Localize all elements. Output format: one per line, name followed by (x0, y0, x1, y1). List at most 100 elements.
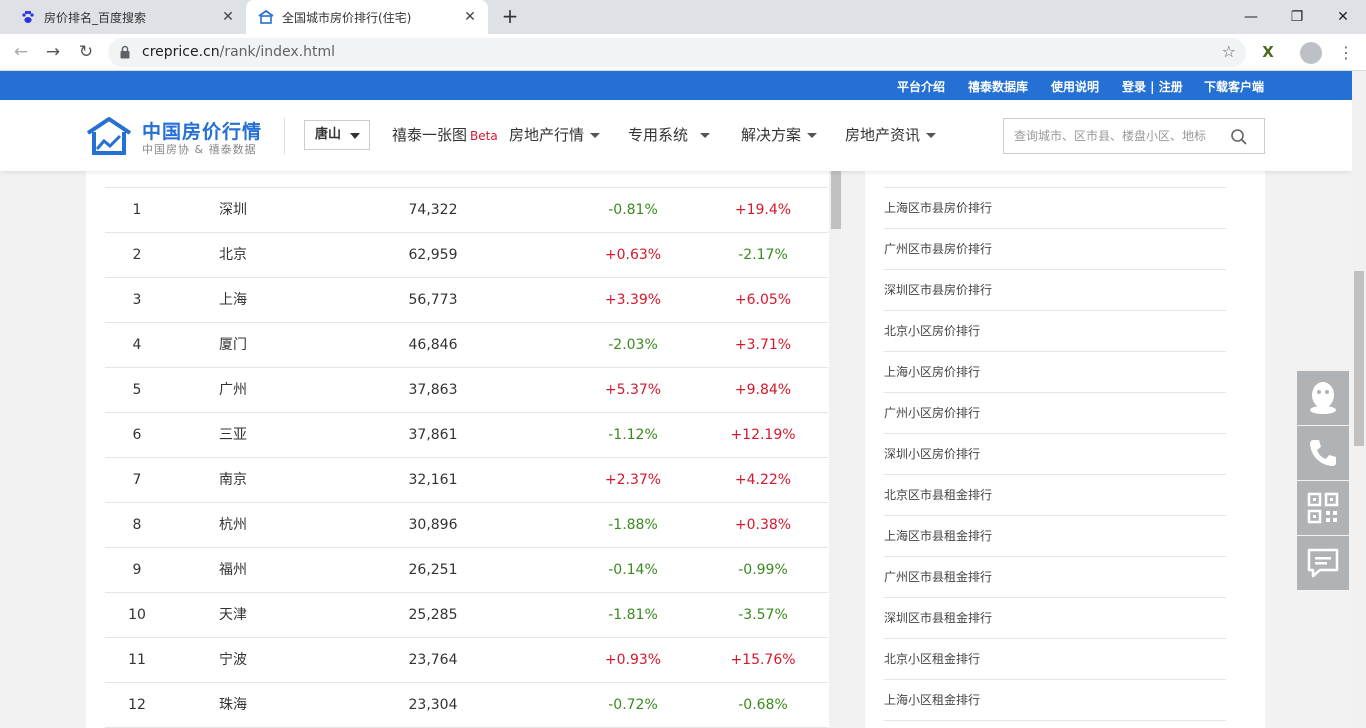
list-item[interactable]: 深圳区市县房价排行 (884, 270, 1226, 311)
list-item[interactable]: 广州区市县房价排行 (884, 229, 1226, 270)
mom-change-cell: -1.81% (608, 607, 658, 623)
rank-cell: 7 (132, 472, 142, 488)
table-row[interactable]: 6 三亚 37,861 -1.12% +12.19% (105, 413, 828, 458)
city-cell[interactable]: 深圳 (218, 188, 248, 233)
city-cell[interactable]: 杭州 (218, 503, 248, 548)
list-item[interactable]: 上海区市县租金排行 (884, 516, 1226, 557)
yoy-change-cell: -2.17% (738, 247, 788, 263)
rank-cell: 6 (132, 427, 142, 443)
yoy-change-cell: +19.4% (734, 202, 792, 218)
list-item[interactable]: 北京区市县租金排行 (884, 475, 1226, 516)
site-logo-icon[interactable] (86, 116, 132, 156)
link-download-client[interactable]: 下载客户端 (1204, 78, 1264, 95)
minimize-icon[interactable]: — (1228, 4, 1274, 30)
search-icon[interactable] (1230, 128, 1248, 146)
list-item[interactable]: 北京小区房价排行 (884, 311, 1226, 352)
city-cell[interactable]: 福州 (218, 548, 248, 593)
restore-icon[interactable]: ❐ (1274, 4, 1320, 30)
city-cell[interactable]: 宁波 (218, 638, 248, 683)
table-row[interactable]: 3 上海 56,773 +3.39% +6.05% (105, 278, 828, 323)
table-row[interactable]: 10 天津 25,285 -1.81% -3.57% (105, 593, 828, 638)
browser-menu-icon[interactable]: ⋮ (1336, 42, 1356, 64)
brand-title[interactable]: 中国房价行情 (142, 117, 262, 144)
city-selector-label: 唐山 (315, 127, 342, 142)
nav-one-map[interactable]: 禧泰一张图 Beta (392, 124, 498, 145)
list-item[interactable]: 广州区市县租金排行 (884, 557, 1226, 598)
city-cell[interactable]: 三亚 (218, 413, 248, 458)
reload-icon[interactable]: ↻ (74, 40, 98, 64)
city-cell[interactable]: 厦门 (218, 323, 248, 368)
new-tab-icon[interactable]: + (498, 5, 522, 29)
price-cell: 37,861 (408, 427, 458, 443)
link-login-register[interactable]: 登录 | 注册 (1122, 78, 1183, 95)
price-cell: 25,285 (408, 607, 458, 623)
city-cell[interactable]: 广州 (218, 368, 248, 413)
city-cell[interactable]: 上海 (218, 278, 248, 323)
qq-service-button[interactable] (1297, 371, 1349, 425)
page-scrollbar[interactable] (1352, 71, 1366, 728)
message-icon (1307, 548, 1339, 578)
list-item[interactable]: 北京小区租金排行 (884, 639, 1226, 680)
list-item[interactable]: 上海区市县房价排行 (884, 188, 1226, 229)
address-bar[interactable]: creprice.cn/rank/index.html ☆ (108, 38, 1246, 67)
city-cell[interactable]: 北京 (218, 233, 248, 278)
floating-tools (1297, 371, 1349, 591)
table-scrollbar[interactable] (829, 171, 843, 728)
table-row[interactable]: 12 珠海 23,304 -0.72% -0.68% (105, 683, 828, 728)
tab-rank-page[interactable]: 全国城市房价排行(住宅) ✕ (246, 0, 488, 34)
city-cell[interactable]: 珠海 (218, 683, 248, 728)
table-row[interactable]: 7 南京 32,161 +2.37% +4.22% (105, 458, 828, 503)
table-row[interactable]: 5 广州 37,863 +5.37% +9.84% (105, 368, 828, 413)
yoy-change-cell: +15.76% (730, 652, 796, 668)
link-database[interactable]: 禧泰数据库 (968, 78, 1028, 95)
scrollbar-thumb[interactable] (831, 171, 841, 229)
list-item-label: 上海小区租金排行 (884, 693, 981, 707)
bookmark-star-icon[interactable]: ☆ (1222, 42, 1236, 61)
list-item[interactable]: 上海小区房价排行 (884, 352, 1226, 393)
list-item (884, 171, 1226, 188)
list-item[interactable]: 上海小区租金排行 (884, 680, 1226, 721)
rank-cell: 1 (132, 202, 142, 218)
chevron-down-icon (590, 133, 601, 138)
nav-systems[interactable]: 专用系统 (628, 124, 711, 145)
forward-icon[interactable]: → (41, 40, 65, 64)
chevron-down-icon (807, 133, 818, 138)
nav-solutions[interactable]: 解决方案 (741, 124, 818, 145)
tab-strip: 房价排名_百度搜索 ✕ 全国城市房价排行(住宅) ✕ + — ❐ ✕ (0, 0, 1366, 34)
list-item[interactable]: 深圳小区房价排行 (884, 434, 1226, 475)
tab-close-icon[interactable]: ✕ (216, 9, 240, 25)
close-window-icon[interactable]: ✕ (1320, 4, 1366, 30)
rank-cell: 9 (132, 562, 142, 578)
message-button[interactable] (1297, 536, 1349, 590)
extension-icon[interactable]: X (1258, 42, 1278, 62)
profile-avatar-icon[interactable] (1300, 42, 1322, 64)
table-row[interactable]: 9 福州 26,251 -0.14% -0.99% (105, 548, 828, 593)
table-row[interactable]: 2 北京 62,959 +0.63% -2.17% (105, 233, 828, 278)
qrcode-button[interactable] (1297, 481, 1349, 535)
brand-subtitle: 中国房协 & 禧泰数据 (142, 143, 257, 156)
link-platform-intro[interactable]: 平台介绍 (897, 78, 945, 95)
city-cell[interactable]: 南京 (218, 458, 248, 503)
city-selector[interactable]: 唐山 (304, 120, 370, 150)
list-item-label: 广州区市县租金排行 (884, 570, 993, 584)
city-cell[interactable]: 天津 (218, 593, 248, 638)
list-item[interactable]: 广州小区房价排行 (884, 393, 1226, 434)
table-row[interactable]: 4 厦门 46,846 -2.03% +3.71% (105, 323, 828, 368)
scrollbar-thumb[interactable] (1354, 271, 1364, 446)
search-input[interactable] (1004, 119, 1224, 153)
nav-news[interactable]: 房地产资讯 (845, 124, 937, 145)
table-row[interactable]: 8 杭州 30,896 -1.88% +0.38% (105, 503, 828, 548)
nav-market[interactable]: 房地产行情 (509, 124, 601, 145)
phone-button[interactable] (1297, 426, 1349, 480)
list-item[interactable]: 深圳区市县租金排行 (884, 598, 1226, 639)
link-usage-guide[interactable]: 使用说明 (1051, 78, 1099, 95)
table-row[interactable]: 1 深圳 74,322 -0.81% +19.4% (105, 188, 828, 233)
tab-close-icon[interactable]: ✕ (458, 9, 482, 25)
rank-cell: 11 (128, 652, 146, 668)
table-row[interactable]: 11 宁波 23,764 +0.93% +15.76% (105, 638, 828, 683)
back-icon[interactable]: ← (9, 40, 33, 64)
yoy-change-cell: -0.68% (738, 697, 788, 713)
list-item-label: 深圳区市县房价排行 (884, 283, 993, 297)
tab-baidu-search[interactable]: 房价排名_百度搜索 ✕ (8, 0, 246, 34)
rank-cell: 10 (128, 607, 146, 623)
